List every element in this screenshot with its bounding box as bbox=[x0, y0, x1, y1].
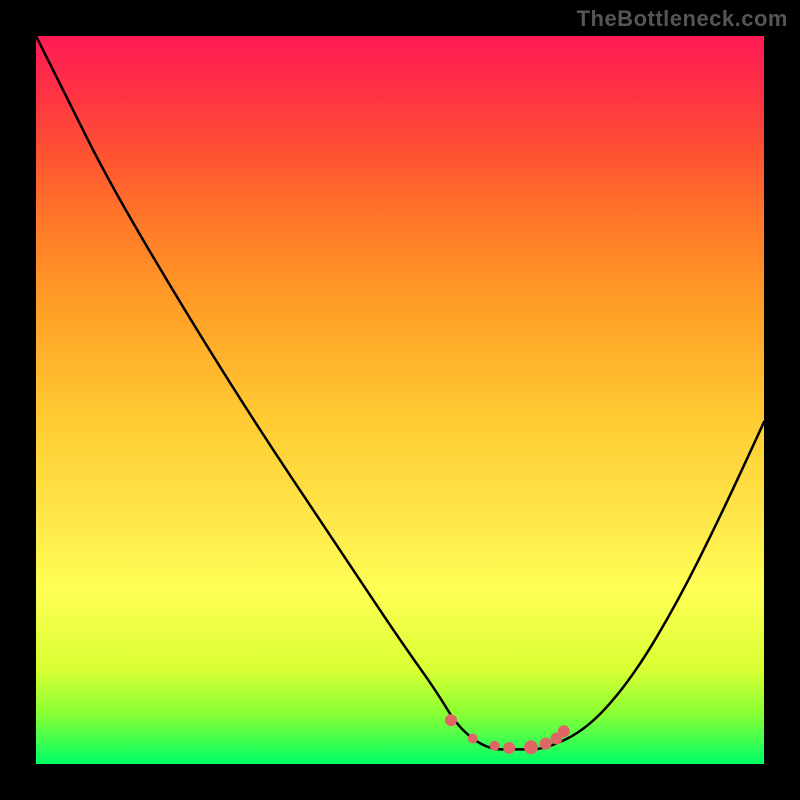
highlight-dot bbox=[490, 741, 500, 751]
highlight-dot bbox=[503, 742, 515, 754]
highlight-dot bbox=[540, 738, 552, 750]
highlight-dot bbox=[445, 714, 457, 726]
plot-area bbox=[36, 36, 764, 764]
chart-overlay bbox=[36, 36, 764, 764]
highlight-dot bbox=[468, 734, 478, 744]
watermark-label: TheBottleneck.com bbox=[577, 6, 788, 32]
bottleneck-curve bbox=[36, 36, 764, 749]
highlight-dot bbox=[558, 725, 570, 737]
chart-container: TheBottleneck.com bbox=[0, 0, 800, 800]
highlight-dot bbox=[524, 740, 538, 754]
sweet-spot-highlight bbox=[445, 714, 570, 754]
